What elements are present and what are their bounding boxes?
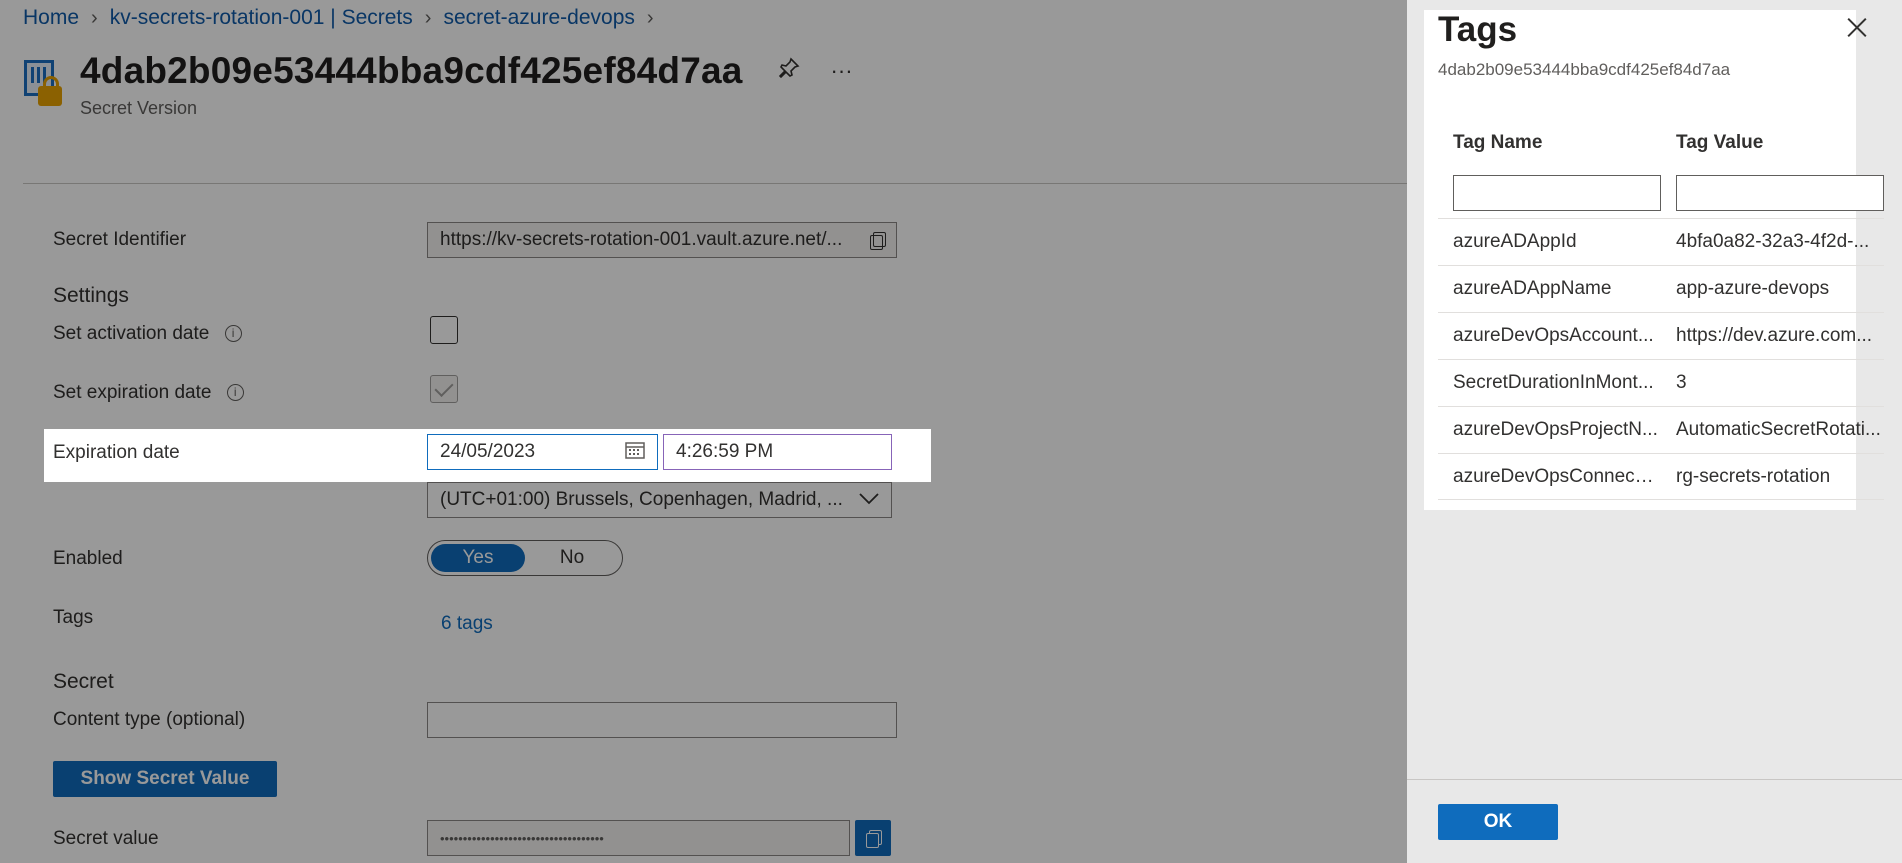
tag-value-cell: AutomaticSecretRotati...	[1676, 419, 1881, 440]
copy-icon	[866, 830, 882, 848]
tag-value-cell: 3	[1676, 372, 1687, 393]
col-tag-value: Tag Value	[1676, 132, 1764, 153]
tags-dialog-title: Tags	[1438, 10, 1518, 49]
secret-heading: Secret	[53, 670, 114, 693]
info-icon[interactable]: i	[224, 325, 242, 343]
chevron-down-icon	[859, 490, 879, 510]
tag-name-cell: azureDevOpsProjectN...	[1453, 419, 1658, 440]
expiration-time-input[interactable]: 4:26:59 PM	[663, 434, 892, 470]
breadcrumb-secret[interactable]: secret-azure-devops	[443, 6, 634, 30]
key-vault-secret-icon	[22, 60, 64, 108]
copy-secret-button[interactable]	[855, 820, 891, 856]
enabled-yes[interactable]: Yes	[431, 544, 525, 572]
col-tag-name: Tag Name	[1453, 132, 1543, 153]
close-icon[interactable]	[1846, 16, 1868, 38]
title-row: 4dab2b09e53444bba9cdf425ef84d7aa Secret …	[22, 48, 883, 119]
timezone-select[interactable]: (UTC+01:00) Brussels, Copenhagen, Madrid…	[427, 482, 892, 518]
secret-identifier-label: Secret Identifier	[53, 229, 187, 250]
expiration-checkbox[interactable]	[430, 375, 458, 403]
table-row[interactable]: azureDevOpsProjectN... AutomaticSecretRo…	[1438, 406, 1884, 453]
chevron-right-icon: ›	[646, 6, 654, 29]
enabled-label: Enabled	[53, 548, 123, 569]
info-icon[interactable]: i	[226, 384, 244, 402]
settings-heading: Settings	[53, 284, 129, 307]
expiration-date-value: 24/05/2023	[440, 441, 536, 462]
expiration-label-text: Set expiration date	[53, 382, 212, 403]
expiration-date-input[interactable]: 24/05/2023	[427, 434, 658, 470]
tags-dialog-subtitle: 4dab2b09e53444bba9cdf425ef84d7aa	[1438, 60, 1731, 79]
copy-icon[interactable]	[870, 232, 886, 250]
expiration-time-value: 4:26:59 PM	[676, 441, 774, 462]
expiration-label: Set expiration date i	[53, 382, 244, 404]
tag-name-cell: azureDevOpsConnecti...	[1453, 466, 1658, 487]
tags-link[interactable]: 6 tags	[441, 613, 493, 635]
calendar-icon[interactable]	[625, 441, 645, 464]
enabled-toggle[interactable]: Yes No	[427, 540, 623, 576]
activation-label-text: Set activation date	[53, 323, 210, 344]
breadcrumb-secrets[interactable]: kv-secrets-rotation-001 | Secrets	[110, 6, 413, 30]
secret-identifier-field[interactable]: https://kv-secrets-rotation-001.vault.az…	[427, 222, 897, 258]
table-row[interactable]: SecretDurationInMont... 3	[1438, 359, 1884, 406]
secret-value-label: Secret value	[53, 828, 159, 849]
tag-value-filter-input[interactable]	[1676, 175, 1884, 211]
table-row[interactable]: azureADAppName app-azure-devops	[1438, 265, 1884, 312]
panel-footer-divider	[1407, 779, 1902, 780]
more-icon[interactable]: ···	[831, 58, 853, 84]
timezone-value: (UTC+01:00) Brussels, Copenhagen, Madrid…	[440, 489, 843, 510]
tag-name-cell: azureADAppName	[1453, 278, 1612, 299]
tag-name-filter-input[interactable]	[1453, 175, 1661, 211]
tag-value-cell: https://dev.azure.com...	[1676, 325, 1873, 346]
secret-value-field[interactable]: ••••••••••••••••••••••••••••••••••••	[427, 820, 850, 856]
activation-label: Set activation date i	[53, 323, 242, 345]
table-row[interactable]: azureDevOpsAccount... https://dev.azure.…	[1438, 312, 1884, 359]
chevron-right-icon: ›	[424, 6, 432, 29]
tag-name-cell: SecretDurationInMont...	[1453, 372, 1654, 393]
tag-name-cell: azureADAppId	[1453, 231, 1577, 252]
tags-label: Tags	[53, 607, 94, 628]
ok-button[interactable]: OK	[1438, 804, 1558, 840]
secret-identifier-value: https://kv-secrets-rotation-001.vault.az…	[440, 229, 843, 250]
table-row[interactable]: azureADAppId 4bfa0a82-32a3-4f2d-...	[1438, 218, 1884, 265]
page-subtitle: Secret Version	[80, 98, 198, 118]
show-secret-button[interactable]: Show Secret Value	[53, 761, 277, 797]
tag-name-cell: azureDevOpsAccount...	[1453, 325, 1654, 346]
content-type-label: Content type (optional)	[53, 709, 246, 730]
table-row[interactable]: azureDevOpsConnecti... rg-secrets-rotati…	[1438, 453, 1884, 500]
content-type-input[interactable]	[427, 702, 897, 738]
activation-checkbox[interactable]	[430, 316, 458, 344]
expiration-date-label: Expiration date	[53, 442, 180, 463]
tag-value-cell: app-azure-devops	[1676, 278, 1830, 299]
secret-value-masked: ••••••••••••••••••••••••••••••••••••	[440, 830, 604, 846]
pin-icon[interactable]	[777, 56, 801, 86]
breadcrumb: Home › kv-secrets-rotation-001 | Secrets…	[23, 6, 666, 30]
tag-value-cell: rg-secrets-rotation	[1676, 466, 1831, 487]
breadcrumb-home[interactable]: Home	[23, 6, 79, 30]
chevron-right-icon: ›	[91, 6, 98, 29]
divider	[23, 183, 1413, 184]
page-title: 4dab2b09e53444bba9cdf425ef84d7aa	[80, 50, 743, 91]
enabled-no[interactable]: No	[525, 544, 619, 572]
tag-value-cell: 4bfa0a82-32a3-4f2d-...	[1676, 231, 1870, 252]
